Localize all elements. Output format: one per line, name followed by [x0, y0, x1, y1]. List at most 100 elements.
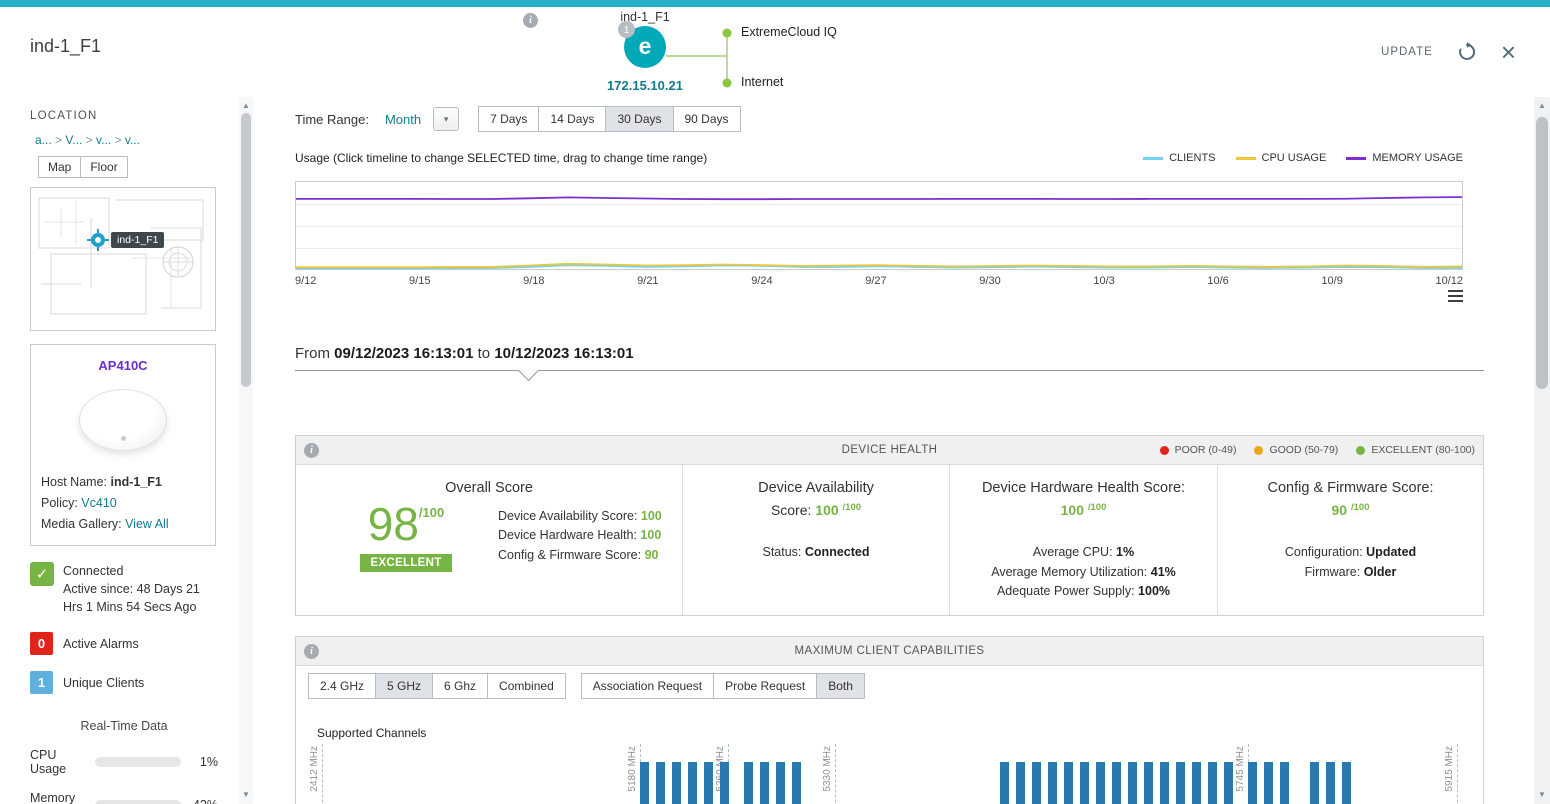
device-node-icon[interactable]: e 1	[624, 26, 666, 68]
channel-bar	[1016, 762, 1025, 804]
excellent-badge: EXCELLENT	[360, 554, 451, 572]
legend-cpu-usage[interactable]: CPU USAGE	[1236, 152, 1327, 164]
x-axis-label: 9/30	[979, 275, 1000, 287]
legend-memory-usage[interactable]: MEMORY USAGE	[1346, 152, 1463, 164]
usage-x-axis: 9/129/159/189/219/249/279/3010/310/610/9…	[295, 275, 1463, 287]
scroll-down-icon[interactable]: ▼	[239, 790, 253, 799]
scroll-up-icon[interactable]: ▲	[1534, 101, 1550, 110]
connection-status: ✓ Connected Active since: 48 Days 21 Hrs…	[30, 562, 225, 616]
supported-channels-chart[interactable]: 2412 MHz5180 MHz5260 MHz5330 MHz5745 MHz…	[309, 744, 1469, 804]
range-button-group: 7 Days 14 Days 30 Days 90 Days	[478, 106, 740, 132]
info-icon[interactable]: i	[304, 644, 319, 659]
breadcrumb-link[interactable]: v...	[96, 133, 111, 147]
connected-label: Connected	[63, 562, 200, 580]
network-topology: i ind-1_F1 e 1 172.15.10.21 ExtremeCloud…	[520, 8, 900, 100]
tab-probe-request[interactable]: Probe Request	[713, 673, 817, 699]
range-90-days-button[interactable]: 90 Days	[673, 106, 741, 132]
view-all-link[interactable]: View All	[125, 517, 169, 531]
breadcrumb-link[interactable]: a...	[35, 133, 52, 147]
main-content: Time Range: Month ▾ 7 Days 14 Days 30 Da…	[253, 97, 1534, 804]
band-tab-group: 2.4 GHz 5 GHz 6 Ghz Combined	[308, 673, 566, 699]
range-7-days-button[interactable]: 7 Days	[478, 106, 539, 132]
device-health-title: DEVICE HEALTH	[842, 444, 938, 456]
ap-location-marker[interactable]	[87, 229, 109, 254]
legend-clients[interactable]: CLIENTS	[1143, 152, 1215, 164]
client-count-badge: 1	[30, 671, 53, 694]
breadcrumb-link[interactable]: V...	[65, 133, 82, 147]
floor-marker-label: ind-1_F1	[111, 232, 164, 248]
alarm-label: Active Alarms	[63, 637, 139, 651]
memory-usage-track	[95, 800, 181, 804]
channel-bar	[1248, 762, 1257, 804]
breadcrumb: a... > V... > v... > v...	[35, 133, 238, 147]
floor-plan[interactable]: ind-1_F1	[30, 187, 216, 331]
period-from: 09/12/2023 16:13:01	[334, 345, 473, 362]
time-range-label: Time Range:	[295, 112, 369, 127]
scrollbar-thumb[interactable]	[1536, 117, 1548, 389]
location-title: LOCATION	[30, 110, 238, 122]
availability-score: Score: 100 /100	[683, 502, 949, 518]
client-capabilities-title: MAXIMUM CLIENT CAPABILITIES	[795, 645, 985, 657]
alarms-row[interactable]: 0 Active Alarms	[30, 632, 238, 655]
time-range-dropdown-button[interactable]: ▾	[433, 107, 459, 131]
connected-check-icon: ✓	[30, 562, 54, 586]
cloud-node-label: ExtremeCloud IQ	[741, 25, 837, 39]
client-label: Unique Clients	[63, 676, 144, 690]
channel-gridline	[835, 744, 836, 804]
host-name-value: ind-1_F1	[110, 475, 161, 489]
overall-score-column: Overall Score 98 /100 EXCELLENT Device A…	[296, 465, 682, 615]
health-legend: POOR (0-49) GOOD (50-79) EXCELLENT (80-1…	[1160, 444, 1475, 456]
host-name-line: Host Name: ind-1_F1	[41, 475, 205, 489]
selected-period: From 09/12/2023 16:13:01 to 10/12/2023 1…	[295, 345, 1484, 362]
tab-combined[interactable]: Combined	[487, 673, 566, 699]
scrollbar-thumb[interactable]	[241, 113, 251, 387]
tab-both[interactable]: Both	[816, 673, 865, 699]
tab-association-request[interactable]: Association Request	[581, 673, 714, 699]
cpu-swatch	[1236, 157, 1256, 160]
range-30-days-button[interactable]: 30 Days	[605, 106, 673, 132]
update-button[interactable]: UPDATE	[1381, 46, 1433, 58]
channel-bar	[1112, 762, 1121, 804]
refresh-icon[interactable]	[1457, 42, 1477, 62]
realtime-data-title: Real-Time Data	[30, 719, 218, 733]
capabilities-filters: 2.4 GHz 5 GHz 6 Ghz Combined Association…	[308, 673, 1483, 699]
chart-menu-icon[interactable]	[1448, 290, 1463, 302]
channel-bar	[792, 762, 801, 804]
map-tab[interactable]: Map	[38, 156, 81, 178]
tab-2-4-ghz[interactable]: 2.4 GHz	[308, 673, 376, 699]
scroll-down-icon[interactable]: ▼	[1534, 790, 1550, 799]
range-14-days-button[interactable]: 14 Days	[538, 106, 606, 132]
floor-tab[interactable]: Floor	[80, 156, 127, 178]
close-icon[interactable]: ×	[1501, 42, 1516, 62]
channel-gridline	[322, 744, 323, 804]
policy-link[interactable]: Vc410	[81, 496, 116, 510]
tab-6-ghz[interactable]: 6 Ghz	[432, 673, 488, 699]
period-marker-icon[interactable]	[518, 360, 539, 381]
device-card: AP410C Host Name: ind-1_F1 Policy: Vc410…	[30, 344, 216, 546]
scroll-up-icon[interactable]: ▲	[239, 101, 253, 110]
header-actions: UPDATE ×	[1381, 42, 1516, 62]
channel-bar	[1096, 762, 1105, 804]
time-range-selected[interactable]: Month	[385, 112, 421, 127]
device-count-badge: 1	[618, 21, 635, 38]
excellent-dot-icon	[1356, 446, 1365, 455]
info-icon[interactable]: i	[523, 13, 538, 28]
channel-bar	[1128, 762, 1137, 804]
breadcrumb-separator: >	[55, 133, 62, 147]
channel-bar	[1080, 762, 1089, 804]
usage-timeline-chart[interactable]	[295, 181, 1463, 270]
clients-row[interactable]: 1 Unique Clients	[30, 671, 238, 694]
x-axis-label: 10/12	[1435, 275, 1463, 287]
device-model[interactable]: AP410C	[41, 358, 205, 373]
topology-connector-lines	[666, 20, 736, 90]
cpu-usage-label: CPU Usage	[30, 748, 95, 776]
device-health-panel: i DEVICE HEALTH POOR (0-49) GOOD (50-79)…	[295, 435, 1484, 616]
x-axis-label: 9/24	[751, 275, 772, 287]
breadcrumb-link[interactable]: v...	[125, 133, 140, 147]
x-axis-label: 9/18	[523, 275, 544, 287]
info-icon[interactable]: i	[304, 443, 319, 458]
tab-5-ghz[interactable]: 5 GHz	[375, 673, 433, 699]
channel-bar	[1224, 762, 1233, 804]
extreme-logo-icon: e	[639, 35, 652, 58]
top-accent-bar	[0, 0, 1550, 7]
